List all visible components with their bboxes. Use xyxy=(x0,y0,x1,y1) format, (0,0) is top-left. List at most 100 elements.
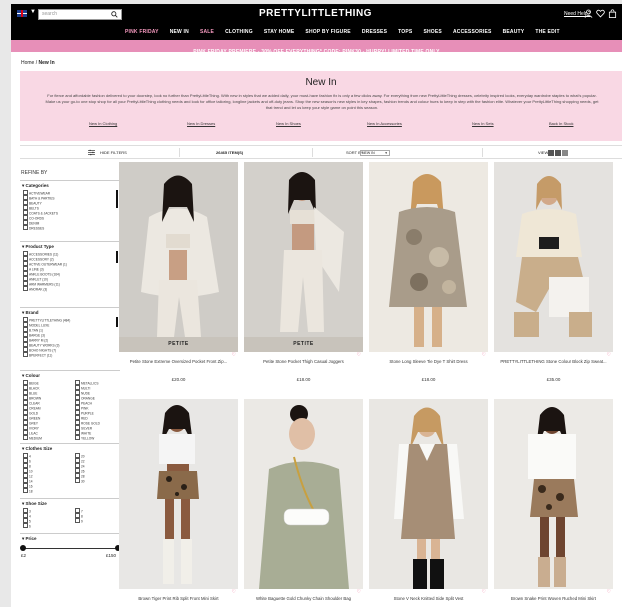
filter-option[interactable]: MEDIUM xyxy=(23,435,42,441)
filter-scrollbar[interactable] xyxy=(116,317,118,327)
product-card[interactable]: PETITE ♡ Petite Stone Pocket Thigh Casua… xyxy=(244,162,363,397)
product-card[interactable]: ♡ Brown Tiger Print Rib Split Front Mini… xyxy=(119,399,238,607)
view-grid-4-icon[interactable] xyxy=(562,150,568,156)
nav-item-shoes[interactable]: SHOES xyxy=(423,29,442,35)
nav-item-pink-friday[interactable]: PINK FRIDAY xyxy=(125,29,159,35)
heart-icon[interactable]: ♡ xyxy=(232,589,236,595)
product-name[interactable]: Petite Stone Extreme Oversized Pocket Fr… xyxy=(119,359,238,365)
nav-item-accessories[interactable]: ACCESSORIES xyxy=(453,29,492,35)
product-image[interactable] xyxy=(494,162,613,352)
product-card[interactable]: ♡ Stone V Neck Knitted Side Split Vest xyxy=(369,399,488,607)
heart-icon[interactable]: ♡ xyxy=(357,589,361,595)
filter-title[interactable]: ▾ Clothes Size xyxy=(22,446,52,452)
filter-option[interactable]: YELLOW xyxy=(75,435,94,441)
filter-clothes-size: ▾ Clothes Size 4 6 8 10 12 14 16 18 20 2… xyxy=(20,443,120,497)
product-image[interactable] xyxy=(494,399,613,589)
bag-icon[interactable] xyxy=(608,9,617,18)
filter-title[interactable]: ▾ Brand xyxy=(22,310,39,316)
nav-item-clothing[interactable]: CLOTHING xyxy=(225,29,253,35)
heart-icon[interactable]: ♡ xyxy=(232,352,236,358)
price-slider-min-handle[interactable] xyxy=(20,545,26,551)
user-icon[interactable] xyxy=(584,9,593,18)
search-icon[interactable] xyxy=(111,11,118,18)
filter-icon[interactable] xyxy=(88,149,95,156)
filter-product-type: ▾ Product Type ACCESSORIES (11) ACCESSOR… xyxy=(20,241,120,306)
nav-item-sale[interactable]: SALE xyxy=(200,29,214,35)
page: ▼ search PRETTYLITTLETHING Need Help? PI… xyxy=(11,4,622,607)
product-name[interactable]: Stone V Neck Knitted Side Split Vest xyxy=(369,596,488,602)
product-image[interactable] xyxy=(244,162,363,352)
product-card[interactable]: ♡ White Baguette Gold Chunky Chain Shoul… xyxy=(244,399,363,607)
nav-item-tops[interactable]: TOPS xyxy=(398,29,412,35)
nav-item-shop-by-figure[interactable]: SHOP BY FIGURE xyxy=(305,29,350,35)
filter-scrollbar[interactable] xyxy=(116,251,118,263)
filter-title[interactable]: ▾ Categories xyxy=(22,183,49,189)
product-image[interactable] xyxy=(369,162,488,352)
heart-icon[interactable]: ♡ xyxy=(607,352,611,358)
search-input[interactable]: search xyxy=(38,9,122,20)
uk-flag-icon[interactable] xyxy=(17,10,27,17)
product-name[interactable]: Stone Long Sleeve Tie Dye T Shirt Dress xyxy=(369,359,488,365)
product-image[interactable] xyxy=(119,162,238,352)
nav-item-the-edit[interactable]: THE EDIT xyxy=(535,29,559,35)
filter-option[interactable]: DRESSES xyxy=(23,225,44,231)
heart-icon[interactable]: ♡ xyxy=(482,589,486,595)
product-card[interactable]: PETITE ♡ Petite Stone Extreme Oversized … xyxy=(119,162,238,397)
hero-link-clothing[interactable]: New In Clothing xyxy=(89,121,117,126)
product-image[interactable] xyxy=(119,399,238,589)
filter-option[interactable]: 6 xyxy=(23,523,31,529)
product-image[interactable] xyxy=(369,399,488,589)
view-grid-3-icon[interactable] xyxy=(555,150,561,156)
filter-title[interactable]: ▾ Product Type xyxy=(22,244,54,250)
nav-item-beauty[interactable]: BEAUTY xyxy=(503,29,525,35)
nav-item-new-in[interactable]: NEW IN xyxy=(170,29,189,35)
product-name[interactable]: PRETTYLITTLETHING Stone Colour Block Zip… xyxy=(494,359,613,365)
product-name[interactable]: Brown Tiger Print Rib Split Front Mini S… xyxy=(119,596,238,602)
product-card[interactable]: ♡ PRETTYLITTLETHING Stone Colour Block Z… xyxy=(494,162,613,397)
breadcrumb-separator: / xyxy=(35,60,38,66)
breadcrumb-home[interactable]: Home xyxy=(21,60,34,66)
petite-badge: PETITE xyxy=(119,337,238,352)
product-price: £18.00 xyxy=(296,377,311,382)
nav-item-stay-home[interactable]: STAY HOME xyxy=(264,29,295,35)
filter-scrollbar[interactable] xyxy=(116,190,118,208)
heart-icon[interactable]: ♡ xyxy=(482,352,486,358)
filter-option[interactable]: BPERFECT (11) xyxy=(23,352,52,358)
product-card[interactable]: ♡ Brown Snake Print Woven Ruched Mini Sk… xyxy=(494,399,613,607)
nav-item-dresses[interactable]: DRESSES xyxy=(362,29,387,35)
heart-icon[interactable]: ♡ xyxy=(607,589,611,595)
filter-option[interactable]: ANORAK (3) xyxy=(23,286,47,292)
toolbar-divider xyxy=(312,148,313,157)
toolbar-divider xyxy=(482,148,483,157)
item-count: 26465 ITEM(S) xyxy=(216,150,244,155)
chevron-down-icon[interactable]: ▼ xyxy=(30,9,36,15)
hero-link-shoes[interactable]: New In Shoes xyxy=(276,121,301,126)
filter-option[interactable]: 9 xyxy=(75,518,83,524)
heart-icon[interactable] xyxy=(596,9,605,18)
filter-title[interactable]: ▾ Shoe Size xyxy=(22,501,47,507)
hero-link-sets[interactable]: New In Sets xyxy=(472,121,494,126)
breadcrumb-current: New In xyxy=(38,60,55,66)
hero-link-back-in-stock[interactable]: Back In Stock xyxy=(549,121,573,126)
hero-link-accessories[interactable]: New In Accessories xyxy=(367,121,402,126)
product-name[interactable]: White Baguette Gold Chunky Chain Shoulde… xyxy=(244,596,363,602)
hero-link-dresses[interactable]: New In Dresses xyxy=(187,121,215,126)
filter-option[interactable]: 18 xyxy=(23,488,33,494)
hide-filters-button[interactable]: HIDE FILTERS xyxy=(100,150,127,155)
breadcrumb: Home / New In xyxy=(21,60,55,66)
product-card[interactable]: ♡ Stone Long Sleeve Tie Dye T Shirt Dres… xyxy=(369,162,488,397)
refine-by-label: REFINE BY xyxy=(21,170,48,176)
product-name[interactable]: Brown Snake Print Woven Ruched Mini Skir… xyxy=(494,596,613,602)
price-slider-track[interactable] xyxy=(23,548,119,549)
product-name[interactable]: Petite Stone Pocket Thigh Casual Joggers xyxy=(244,359,363,365)
filter-title[interactable]: ▾ Price xyxy=(22,536,37,542)
view-grid-2-icon[interactable] xyxy=(548,150,554,156)
petite-badge: PETITE xyxy=(244,337,363,352)
sort-select[interactable]: NEW IN ▾ xyxy=(360,150,390,156)
product-image[interactable] xyxy=(244,399,363,589)
heart-icon[interactable]: ♡ xyxy=(357,352,361,358)
brand-logo[interactable]: PRETTYLITTLETHING xyxy=(259,8,372,19)
promo-banner[interactable]: PINK FRIDAY PREMIERE - 30% OFF EVERYTHIN… xyxy=(11,40,622,55)
filter-title[interactable]: ▾ Colour xyxy=(22,373,40,379)
filter-option[interactable]: 30 xyxy=(75,478,85,484)
